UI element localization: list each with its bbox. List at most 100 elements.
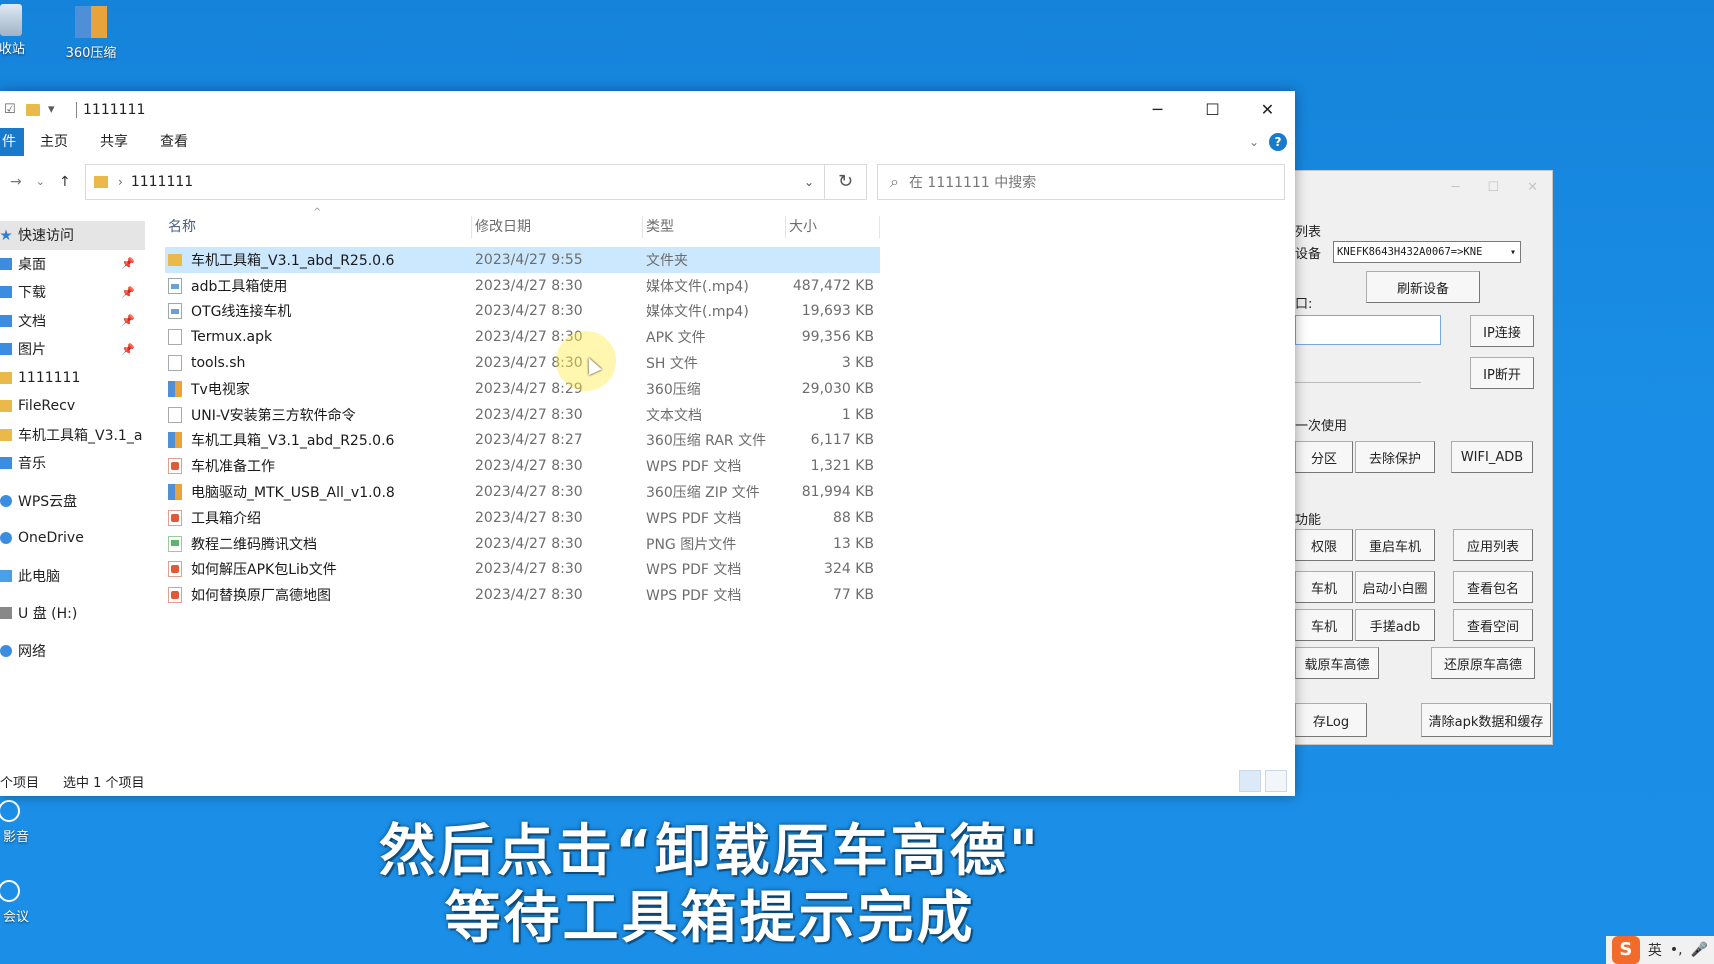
column-size[interactable]: 大小 <box>786 216 880 238</box>
file-name-cell: 如何解压APK包Lib文件 <box>165 559 472 579</box>
nav-item-downloads[interactable]: 下载 📌 <box>0 278 145 307</box>
column-type[interactable]: 类型 <box>643 216 786 238</box>
tab-home[interactable]: 主页 <box>24 128 84 156</box>
ime-language-toggle[interactable]: 英 <box>1648 940 1662 960</box>
recent-dropdown-icon[interactable]: ⌄ <box>36 175 45 188</box>
forward-arrow-icon[interactable]: → <box>10 174 22 190</box>
large-icons-view-button[interactable] <box>1265 770 1287 792</box>
car-function-button[interactable]: 车机 <box>1295 571 1353 603</box>
close-button[interactable]: ✕ <box>1240 91 1295 128</box>
nav-item-desktop[interactable]: 桌面 📌 <box>0 250 145 279</box>
tab-view[interactable]: 查看 <box>144 128 204 156</box>
reboot-car-button[interactable]: 重启车机 <box>1355 529 1435 561</box>
file-row[interactable]: UNI-V安装第三方软件命令 2023/4/27 8:30 文本文档 1 KB <box>165 402 880 428</box>
file-name-cell: 教程二维码腾讯文档 <box>165 534 472 554</box>
nav-item-this-pc[interactable]: 此电脑 <box>0 562 145 591</box>
file-row[interactable]: OTG线连接车机 2023/4/27 8:30 媒体文件(.mp4) 19,693 K… <box>165 299 880 325</box>
file-row[interactable]: tools.sh 2023/4/27 8:30 SH 文件 3 KB <box>165 350 880 376</box>
nav-item-label: 图片 <box>18 342 46 359</box>
recycle-bin-desktop-icon[interactable]: 收站 <box>0 4 30 57</box>
quick-access-dropdown[interactable]: ▾ <box>48 102 62 117</box>
details-view-button[interactable] <box>1239 770 1261 792</box>
ip-connect-button[interactable]: IP连接 <box>1470 315 1534 347</box>
punctuation-toggle[interactable]: •, <box>1670 942 1683 958</box>
360zip-desktop-icon[interactable]: 360压缩 <box>56 4 126 61</box>
nav-item-quick-access[interactable]: 快速访问 <box>0 221 145 250</box>
nav-item-documents[interactable]: 文档 📌 <box>0 307 145 336</box>
restore-amap-button[interactable]: 还原原车高德 <box>1431 647 1535 679</box>
chevron-down-icon[interactable]: ⌄ <box>804 175 814 189</box>
partition-button[interactable]: 分区 <box>1295 441 1353 473</box>
nav-item-network[interactable]: 网络 <box>0 637 145 666</box>
device-select[interactable]: KNEFK8643H432A0067=>KNE ▾ <box>1333 241 1521 263</box>
ip-input[interactable] <box>1295 315 1441 345</box>
minimize-icon[interactable]: ─ <box>1452 180 1460 195</box>
breadcrumb-chevron-icon[interactable]: › <box>118 175 123 189</box>
doc-file-icon <box>168 355 182 372</box>
pc-icon <box>0 569 12 582</box>
subtitle-line-2: 等待工具箱提示完成 <box>444 886 976 951</box>
file-row[interactable]: 车机准备工作 2023/4/27 8:30 WPS PDF 文档 1,321 KB <box>165 453 880 479</box>
file-name: 教程二维码腾讯文档 <box>191 536 317 553</box>
file-name-cell: OTG线连接车机 <box>165 301 472 321</box>
file-row[interactable]: 如何替换原厂高德地图 2023/4/27 8:30 WPS PDF 文档 77 KB <box>165 582 880 608</box>
port-input[interactable] <box>1295 357 1421 383</box>
expand-ribbon-icon[interactable]: ⌄ <box>1249 135 1259 149</box>
app-list-button[interactable]: 应用列表 <box>1453 529 1533 561</box>
maximize-button[interactable]: ☐ <box>1185 91 1240 128</box>
folder-icon[interactable] <box>26 103 40 116</box>
zip-file-icon <box>168 484 182 501</box>
ime-logo-icon[interactable]: S <box>1611 936 1640 964</box>
file-row[interactable]: 工具箱介绍 2023/4/27 8:30 WPS PDF 文档 88 KB <box>165 505 880 531</box>
nav-item-pictures[interactable]: 图片 📌 <box>0 335 145 364</box>
properties-icon[interactable]: ☑ <box>4 102 18 117</box>
ip-disconnect-button[interactable]: IP断开 <box>1470 357 1534 389</box>
microphone-icon[interactable]: 🎤 <box>1691 942 1708 958</box>
search-input[interactable]: ⌕ 在 1111111 中搜索 <box>877 163 1285 200</box>
file-date: 2023/4/27 8:30 <box>475 587 583 604</box>
permission-button[interactable]: 权限 <box>1295 529 1353 561</box>
breadcrumb-path[interactable]: 1111111 <box>131 174 193 190</box>
view-package-button[interactable]: 查看包名 <box>1453 571 1533 603</box>
file-row[interactable]: Termux.apk 2023/4/27 8:30 APK 文件 99,356 KB <box>165 324 880 350</box>
nav-item-usb-drive[interactable]: U 盘 (H:) <box>0 599 145 628</box>
file-row[interactable]: 如何解压APK包Lib文件 2023/4/27 8:30 WPS PDF 文档 324… <box>165 557 880 583</box>
up-arrow-icon[interactable]: ↑ <box>59 174 71 190</box>
file-row[interactable]: adb工具箱使用 2023/4/27 8:30 媒体文件(.mp4) 487,472 … <box>165 273 880 299</box>
nav-item-onedrive[interactable]: OneDrive <box>0 524 145 553</box>
hand-adb-button[interactable]: 手搓adb <box>1355 609 1435 641</box>
address-bar[interactable]: › 1111111 ⌄ <box>85 163 825 200</box>
file-date: 2023/4/27 8:30 <box>475 561 583 578</box>
file-row[interactable]: 教程二维码腾讯文档 2023/4/27 8:30 PNG 图片文件 13 KB <box>165 531 880 557</box>
maximize-icon[interactable]: ☐ <box>1487 180 1499 195</box>
nav-item-1111111[interactable]: 1111111 <box>0 364 145 393</box>
uninstall-amap-button[interactable]: 载原车高德 <box>1295 647 1379 679</box>
folder-icon <box>0 371 12 384</box>
car-function-button-2[interactable]: 车机 <box>1295 609 1353 641</box>
column-date[interactable]: 修改日期 <box>472 216 643 238</box>
minimize-button[interactable]: ─ <box>1130 91 1185 128</box>
file-type: 360压缩 <box>646 381 701 398</box>
save-log-button[interactable]: 存Log <box>1295 703 1367 737</box>
refresh-button[interactable]: ↻ <box>825 163 867 200</box>
nav-item-toolbox[interactable]: 车机工具箱_V3.1_a <box>0 421 145 450</box>
refresh-devices-button[interactable]: 刷新设备 <box>1366 271 1480 303</box>
remove-protect-button[interactable]: 去除保护 <box>1355 441 1435 473</box>
file-row[interactable]: 电脑驱动_MTK_USB_All_v1.0.8 2023/4/27 8:30 360… <box>165 479 880 505</box>
wifi-adb-button[interactable]: WIFI_ADB <box>1451 441 1533 473</box>
clear-data-button[interactable]: 清除apk数据和缓存 <box>1421 703 1551 737</box>
tab-file[interactable]: 件 <box>0 128 24 156</box>
tab-share[interactable]: 共享 <box>84 128 144 156</box>
file-name: Tv电视家 <box>191 381 250 398</box>
file-row[interactable]: 车机工具箱_V3.1_abd_R25.0.6 2023/4/27 8:27 360压… <box>165 428 880 454</box>
nav-item-wps-cloud[interactable]: WPS云盘 <box>0 487 145 516</box>
file-row[interactable]: Tv电视家 2023/4/27 8:29 360压缩 29,030 KB <box>165 376 880 402</box>
start-dot-button[interactable]: 启动小白圈 <box>1355 571 1435 603</box>
help-icon[interactable]: ? <box>1269 133 1287 151</box>
view-space-button[interactable]: 查看空间 <box>1453 609 1533 641</box>
nav-item-filerecv[interactable]: FileRecv <box>0 392 145 421</box>
file-row[interactable]: 车机工具箱_V3.1_abd_R25.0.6 2023/4/27 9:55 文件夹 <box>165 247 880 273</box>
column-name[interactable]: 名称 <box>165 216 472 238</box>
close-icon[interactable]: ✕ <box>1527 180 1538 195</box>
nav-item-music[interactable]: 音乐 <box>0 449 145 478</box>
